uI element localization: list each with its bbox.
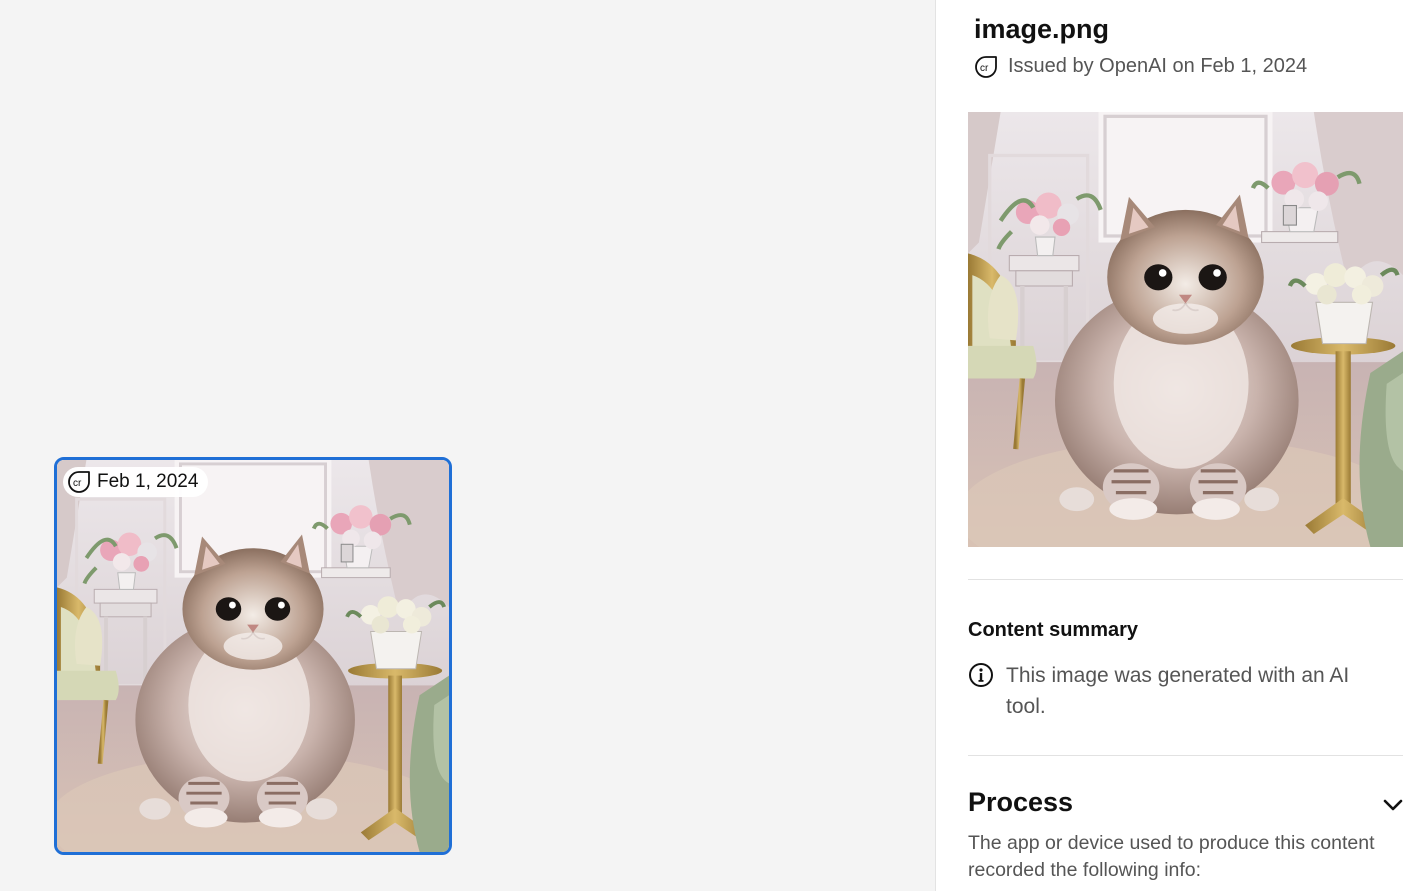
content-credentials-icon: cr [68,471,90,493]
issuer-row: cr Issued by OpenAI on Feb 1, 2024 [974,54,1307,79]
chevron-down-icon[interactable] [1382,796,1404,814]
issuer-text: Issued by OpenAI on Feb 1, 2024 [1008,55,1308,77]
cat-image [968,112,1403,547]
cat-image [57,460,449,852]
image-preview [968,112,1403,547]
details-panel: image.png cr Issued by OpenAI on Feb 1, … [935,0,1417,891]
canvas-area: cr Feb 1, 2024 [0,0,935,891]
svg-text:cr: cr [980,63,989,74]
info-icon [969,663,993,687]
credential-badge[interactable]: cr Feb 1, 2024 [63,467,209,497]
content-summary-text: This image was generated with an AI tool… [1006,664,1350,718]
file-name-title: image.png [974,14,1110,44]
content-summary-row: This image was generated with an AI tool… [968,660,1388,722]
content-summary-heading: Content summary [968,619,1139,641]
divider [968,755,1403,756]
content-credentials-icon: cr [975,56,997,78]
selected-image-thumbnail[interactable]: cr Feb 1, 2024 [54,457,452,855]
process-description: The app or device used to produce this c… [968,832,1375,881]
badge-date: Feb 1, 2024 [97,471,199,492]
process-heading[interactable]: Process [968,787,1073,818]
svg-text:cr: cr [73,478,82,489]
divider [968,579,1403,580]
